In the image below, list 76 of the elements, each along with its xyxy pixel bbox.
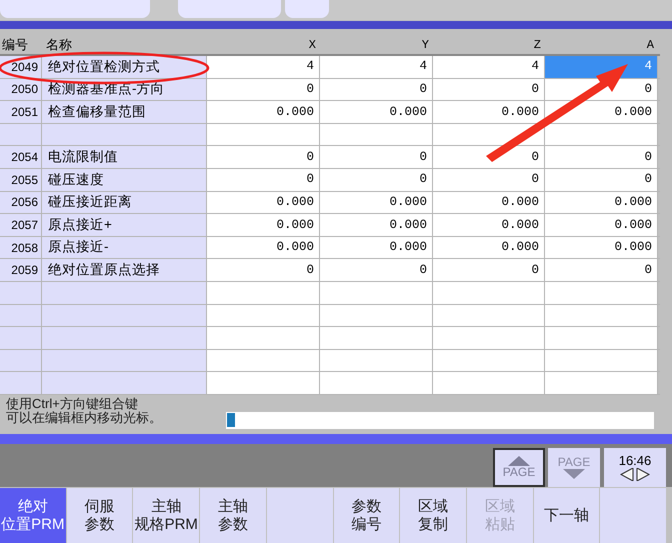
column-header: Y (420, 37, 430, 54)
param-name: 绝对位置检测方式 (42, 56, 207, 78)
param-number: 2057 (0, 214, 42, 236)
param-number: 2054 (0, 146, 42, 168)
param-number: 2055 (0, 168, 42, 191)
value-cell[interactable]: 0 (320, 168, 433, 191)
up-triangle-icon (508, 456, 530, 466)
value-cell[interactable]: 0.000 (545, 192, 658, 214)
value-cell[interactable]: 0.000 (433, 214, 545, 236)
value-cell[interactable]: 0.000 (320, 236, 433, 258)
value-cell[interactable]: 0.000 (433, 192, 545, 214)
param-name: 电流限制值 (42, 146, 207, 168)
value-cell[interactable]: 0 (207, 259, 320, 281)
softkey[interactable]: 主轴 规格PRM (133, 488, 200, 543)
value-cell[interactable]: 4 (433, 56, 545, 78)
param-number: 2051 (0, 101, 42, 123)
value-cell[interactable]: 0 (433, 146, 545, 168)
param-name: 原点接近+ (42, 214, 207, 236)
value-cell[interactable]: 0.000 (545, 214, 658, 236)
blank-softkey[interactable] (600, 488, 666, 543)
column-header: X (308, 37, 317, 54)
param-name: 碰压接近距离 (42, 192, 207, 214)
value-cell[interactable]: 0 (433, 259, 545, 281)
value-cell[interactable]: 0.000 (207, 101, 320, 123)
tab-shape[interactable] (178, 0, 281, 18)
value-cell[interactable]: 0.000 (320, 214, 433, 236)
blank-softkey[interactable] (266, 488, 333, 543)
value-cell[interactable]: 4 (207, 56, 320, 78)
value-cell[interactable]: 0.000 (433, 101, 545, 123)
param-number: 2058 (0, 236, 42, 258)
tab-shape[interactable] (0, 0, 150, 18)
column-header: Z (532, 37, 542, 54)
value-cell[interactable]: 4 (320, 56, 433, 78)
column-header: A (646, 37, 655, 54)
softkey[interactable]: 伺服 参数 (66, 488, 132, 543)
param-name: 绝对位置原点选择 (42, 259, 207, 281)
value-cell[interactable]: 0 (207, 78, 320, 100)
param-number: 2056 (0, 192, 42, 214)
param-name: 碰压速度 (42, 168, 207, 191)
param-name: 检查偏移量范围 (42, 101, 207, 123)
softkey[interactable]: 参数 编号 (334, 488, 400, 543)
column-header: 名称 (45, 36, 73, 54)
value-cell[interactable]: 0 (320, 259, 433, 281)
value-cell[interactable]: 0.000 (207, 192, 320, 214)
value-cell[interactable]: 0 (207, 168, 320, 191)
value-cell[interactable]: 0 (545, 168, 658, 191)
left-right-arrows-icon (620, 468, 650, 481)
value-cell[interactable]: 0.000 (433, 236, 545, 258)
hint-text: 使用Ctrl+方向键组合键 (6, 396, 139, 411)
param-number: 2059 (0, 259, 42, 281)
tab-shape[interactable] (285, 0, 329, 18)
value-cell[interactable]: 0 (320, 78, 433, 100)
clock-time: 16:46 (618, 454, 652, 468)
param-name: 原点接近- (42, 236, 207, 258)
value-cell[interactable]: 0.000 (207, 236, 320, 258)
column-header: 编号 (1, 36, 29, 54)
value-cell[interactable]: 0 (545, 259, 658, 281)
input-field[interactable] (226, 412, 654, 429)
hint-text: 可以在编辑框内移动光标。 (6, 410, 163, 425)
down-triangle-icon (563, 468, 585, 479)
value-cell[interactable]: 0 (207, 146, 320, 168)
softkey[interactable]: 下一轴 (534, 488, 600, 543)
softkey[interactable]: 绝对 位置PRM (0, 488, 66, 543)
value-cell[interactable]: 0.000 (320, 101, 433, 123)
param-number: 2050 (0, 78, 42, 100)
value-cell[interactable]: 0 (545, 146, 658, 168)
value-cell[interactable]: 0.000 (320, 192, 433, 214)
softkey[interactable]: 主轴 参数 (200, 488, 266, 543)
value-cell[interactable]: 0 (433, 168, 545, 191)
value-cell[interactable]: 0.000 (545, 236, 658, 258)
value-cell[interactable]: 0 (433, 78, 545, 100)
value-cell[interactable]: 0 (320, 146, 433, 168)
softkey[interactable]: 区域 复制 (400, 488, 466, 543)
text-cursor (227, 413, 235, 428)
clock-key[interactable]: 16:46 (604, 448, 666, 487)
value-cell[interactable]: 0.000 (207, 214, 320, 236)
